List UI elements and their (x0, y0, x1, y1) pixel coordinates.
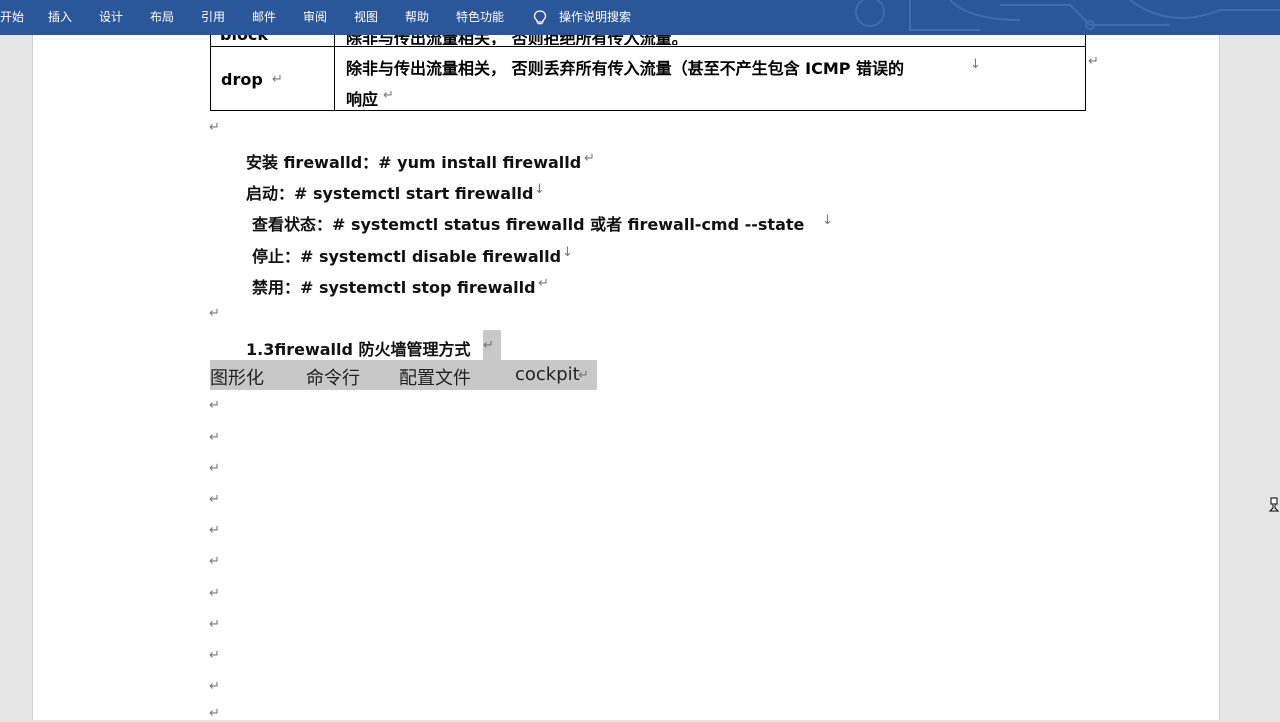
paragraph-mark: ↵ (1088, 54, 1099, 69)
mode-cockpit[interactable]: cockpit (515, 364, 580, 385)
tab-mailings[interactable]: 邮件 (252, 0, 276, 35)
paragraph-mark: ↵ (578, 368, 589, 383)
tab-view[interactable]: 视图 (354, 0, 378, 35)
empty-paragraph-mark: ↵ (209, 461, 220, 476)
empty-paragraph-mark: ↵ (209, 398, 220, 413)
command-stop[interactable]: 禁用：# systemctl stop firewalld (252, 274, 536, 298)
paragraph-mark: ↵ (483, 338, 494, 353)
command-disable[interactable]: 停止：# systemctl disable firewalld (252, 243, 561, 267)
paragraph-mark: ↵ (584, 151, 595, 166)
empty-paragraph-mark: ↵ (209, 430, 220, 445)
zone-desc-block: 除非与传出流量相关， 否则拒绝所有传入流量。 (346, 35, 688, 45)
paragraph-mark: ↵ (383, 88, 394, 103)
tell-me-search[interactable]: 操作说明搜索 (559, 0, 631, 35)
empty-paragraph-mark: ↵ (209, 492, 220, 507)
zone-name-drop: drop (221, 70, 263, 89)
ribbon-tab-bar: 开始 插入 设计 布局 引用 邮件 审阅 视图 帮助 特色功能 操作说明搜索 (0, 0, 1280, 35)
mode-gui[interactable]: 图形化 (210, 364, 264, 390)
mode-cli[interactable]: 命令行 (306, 364, 360, 390)
tab-special-features[interactable]: 特色功能 (456, 0, 504, 35)
ribbon-decoration-icon (855, 0, 1280, 31)
command-start[interactable]: 启动：# systemctl start firewalld (246, 180, 534, 204)
tab-design[interactable]: 设计 (99, 0, 123, 35)
empty-paragraph-mark: ↵ (209, 554, 220, 569)
empty-paragraph-mark: ↵ (209, 648, 220, 663)
tab-layout[interactable]: 布局 (150, 0, 174, 35)
paragraph-mark: ↵ (209, 306, 220, 321)
paragraph-mark: ↵ (272, 72, 283, 87)
table-row: 除非与传出流量相关， 否则拒绝所有传入流量。 (336, 35, 1076, 45)
table-row-divider (210, 46, 1086, 47)
zone-name-block: block (220, 35, 268, 44)
tab-help[interactable]: 帮助 (405, 0, 429, 35)
table-border-bottom (210, 110, 1086, 111)
line-break-mark: ↓ (970, 57, 981, 72)
tab-review[interactable]: 审阅 (303, 0, 327, 35)
tab-references[interactable]: 引用 (201, 0, 225, 35)
paragraph-mark: ↵ (209, 120, 220, 135)
empty-paragraph-mark: ↵ (209, 586, 220, 601)
table-row: block (212, 35, 332, 45)
mode-config-file[interactable]: 配置文件 (399, 364, 471, 390)
tab-home[interactable]: 开始 (0, 0, 24, 35)
command-install[interactable]: 安装 firewalld：# yum install firewalld (246, 149, 581, 173)
empty-paragraph-mark: ↵ (209, 617, 220, 632)
line-break-mark: ↓ (534, 182, 545, 197)
empty-paragraph-mark: ↵ (209, 523, 220, 538)
tab-insert[interactable]: 插入 (48, 0, 72, 35)
line-break-mark: ↓ (562, 245, 573, 260)
lightbulb-icon[interactable] (533, 10, 547, 26)
empty-paragraph-mark: ↵ (209, 679, 220, 694)
paragraph-mark: ↵ (538, 276, 549, 291)
section-heading[interactable]: 1.3firewalld 防火墙管理方式 (246, 336, 471, 360)
command-status[interactable]: 查看状态：# systemctl status firewalld 或者 fir… (252, 211, 804, 235)
format-painter-cursor-icon (1268, 497, 1280, 512)
line-break-mark: ↓ (822, 213, 833, 228)
zone-desc-drop-line2: 响应 (346, 90, 379, 109)
zone-desc-drop-line1: 除非与传出流量相关， 否则丢弃所有传入流量（甚至不产生包含 ICMP 错误的 (346, 59, 905, 78)
